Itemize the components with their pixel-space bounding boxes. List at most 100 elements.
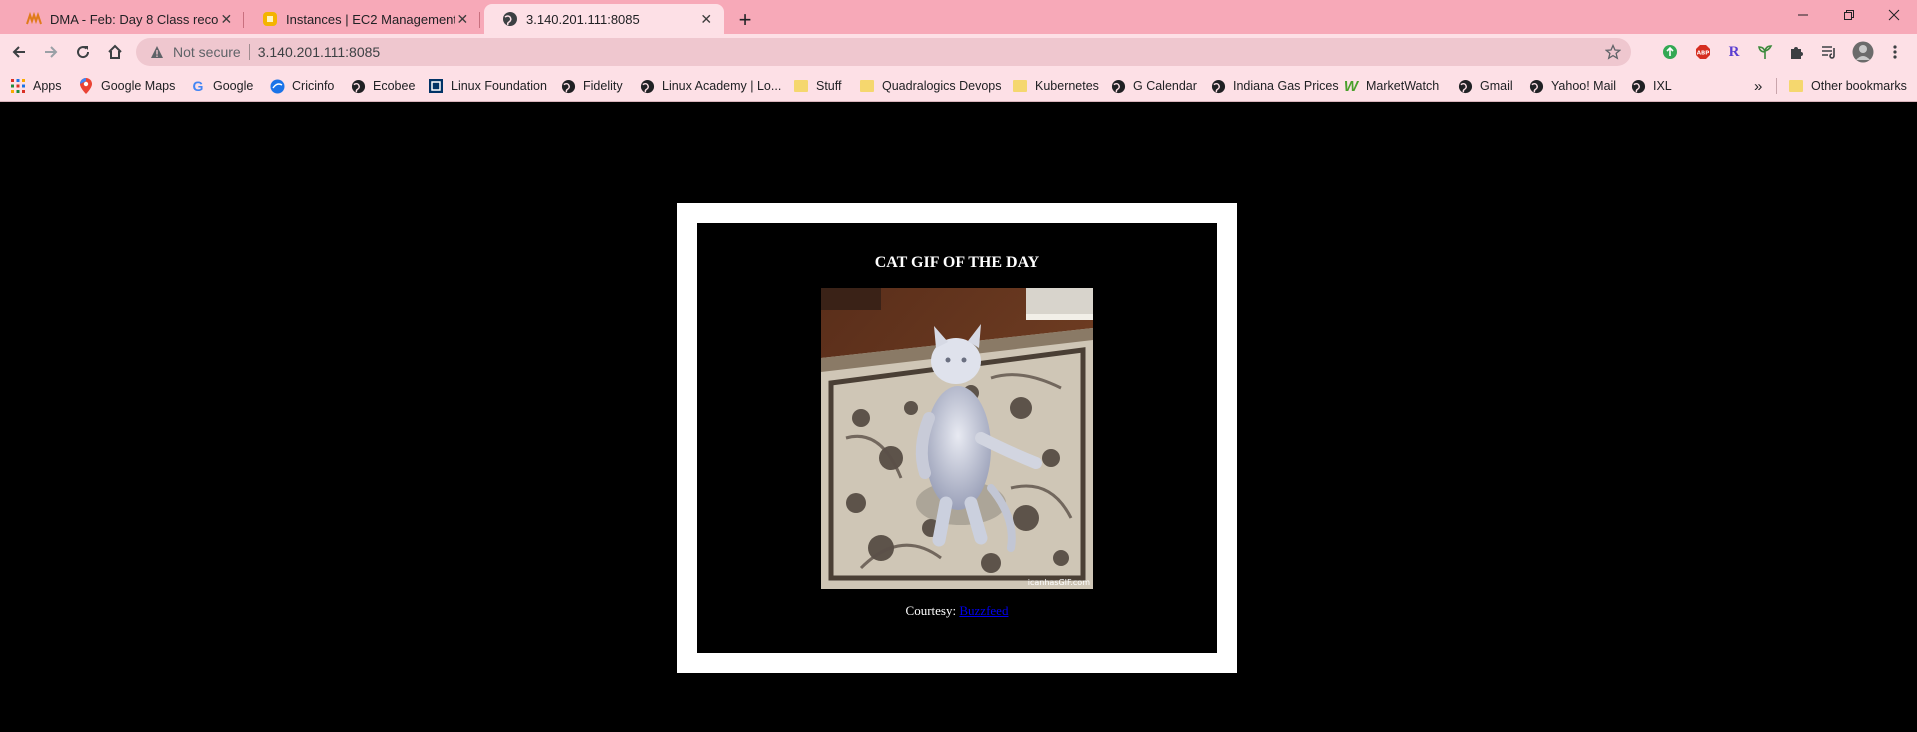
bookmark-yahoo-mail[interactable]: Yahoo! Mail [1528, 76, 1616, 96]
close-icon[interactable]: ✕ [219, 11, 234, 27]
r-extension-icon[interactable]: R [1725, 43, 1743, 61]
bookmark-label: Google Maps [101, 79, 176, 93]
reload-button[interactable] [69, 38, 97, 66]
bookmark-gmail[interactable]: Gmail [1457, 76, 1513, 96]
globe-icon [1630, 78, 1646, 94]
bookmark-linux-academy[interactable]: Linux Academy | Lo... [639, 76, 781, 96]
globe-icon [560, 78, 576, 94]
marketwatch-icon: W [1343, 77, 1359, 95]
cat-gif-image: icanhasGIF.com [821, 288, 1093, 589]
minimize-icon [1798, 14, 1808, 16]
url-text[interactable]: 3.140.201.111:8085 [258, 44, 381, 60]
window-close-button[interactable] [1871, 0, 1917, 30]
tab-ec2[interactable]: Instances | EC2 Management Con ✕ [244, 4, 480, 34]
globe-icon [1110, 78, 1126, 94]
bookmark-folder-kubernetes[interactable]: Kubernetes [1012, 76, 1099, 96]
warning-icon[interactable] [149, 44, 165, 60]
bookmark-marketwatch[interactable]: W MarketWatch [1343, 76, 1439, 96]
bookmark-label: Fidelity [583, 79, 623, 93]
bookmark-indiana-gas-prices[interactable]: Indiana Gas Prices [1210, 76, 1339, 96]
bookmark-other-bookmarks[interactable]: Other bookmarks [1788, 76, 1907, 96]
tab-title: 3.140.201.111:8085 [526, 11, 640, 27]
folder-icon [1788, 78, 1804, 94]
bookmark-label: Apps [33, 79, 62, 93]
bookmark-label: G Calendar [1133, 79, 1197, 93]
globe-icon [1528, 78, 1544, 94]
star-icon[interactable] [1605, 44, 1621, 60]
bookmarks-overflow-button[interactable]: » [1754, 76, 1762, 96]
courtesy-label: Courtesy: [905, 603, 957, 618]
restore-button[interactable] [1826, 0, 1872, 30]
bookmark-label: Linux Academy | Lo... [662, 79, 782, 93]
restore-icon [1844, 10, 1854, 20]
back-arrow-icon [12, 46, 25, 58]
close-icon[interactable]: ✕ [699, 11, 715, 27]
security-status[interactable]: Not secure [173, 44, 241, 60]
bookmark-label: Google [213, 79, 254, 93]
back-button[interactable] [5, 38, 33, 66]
page-title: CAT GIF OF THE DAY [874, 254, 1040, 271]
bookmark-folder-quadralogics[interactable]: Quadralogics Devops [859, 76, 1002, 96]
bookmark-linux-foundation[interactable]: Linux Foundation [428, 76, 547, 96]
tab-title: DMA - Feb: Day 8 Class recording [50, 11, 219, 27]
bookmark-label: Yahoo! Mail [1551, 79, 1617, 93]
adblock-plus-icon[interactable]: ABP [1694, 43, 1712, 61]
buzzfeed-link[interactable]: Buzzfeed [959, 603, 1008, 618]
courtesy-line: Courtesy: Buzzfeed [697, 603, 1217, 619]
image-watermark: icanhasGIF.com [1027, 578, 1090, 587]
home-icon [108, 44, 122, 59]
maps-pin-icon [78, 78, 94, 94]
tab-title: Instances | EC2 Management Con [286, 11, 455, 27]
reload-icon [77, 46, 90, 59]
bookmarks-bar: Apps Google Maps G Google Cricinfo Ecobe… [0, 70, 1917, 102]
bookmark-label: Indiana Gas Prices [1233, 79, 1339, 93]
home-button[interactable] [101, 38, 129, 66]
bookmark-label: Kubernetes [1035, 79, 1099, 93]
avatar[interactable] [1852, 41, 1874, 63]
bookmark-label: IXL [1653, 79, 1672, 93]
media-queue-icon[interactable] [1820, 43, 1838, 61]
divider [1776, 78, 1777, 94]
globe-icon [639, 78, 655, 94]
bookmark-fidelity[interactable]: Fidelity [560, 76, 623, 96]
aws-icon [262, 11, 278, 27]
sprout-extension-icon[interactable] [1756, 43, 1774, 61]
content-panel: CAT GIF OF THE DAY icanhasGIF.com Courte… [697, 223, 1217, 653]
linux-foundation-icon [428, 78, 444, 94]
content-frame: CAT GIF OF THE DAY icanhasGIF.com Courte… [677, 203, 1237, 673]
bookmark-g-calendar[interactable]: G Calendar [1110, 76, 1197, 96]
close-icon [1888, 9, 1900, 21]
bookmark-folder-stuff[interactable]: Stuff [793, 76, 841, 96]
forward-arrow-icon [45, 46, 58, 58]
minimize-button[interactable] [1780, 0, 1826, 30]
green-circle-extension-icon[interactable] [1661, 43, 1679, 61]
address-bar[interactable]: Not secure 3.140.201.111:8085 [136, 38, 1631, 66]
dma-icon [26, 11, 42, 27]
bookmark-cricinfo[interactable]: Cricinfo [269, 76, 334, 96]
bookmark-label: Gmail [1480, 79, 1513, 93]
bookmark-ecobee[interactable]: Ecobee [350, 76, 415, 96]
new-tab-button[interactable]: + [731, 6, 759, 34]
bookmark-label: Quadralogics Devops [882, 79, 1002, 93]
bookmark-label: Cricinfo [292, 79, 335, 93]
browser-toolbar: Not secure 3.140.201.111:8085 ABP R [0, 34, 1917, 70]
bookmark-google[interactable]: G Google [190, 76, 254, 96]
close-icon[interactable]: ✕ [455, 11, 470, 27]
bookmark-label: Other bookmarks [1811, 79, 1907, 93]
bookmark-label: Stuff [816, 79, 842, 93]
cricinfo-icon [269, 78, 285, 94]
forward-button[interactable] [37, 38, 65, 66]
globe-icon [502, 11, 518, 27]
tab-active-site[interactable]: 3.140.201.111:8085 ✕ [484, 4, 724, 34]
globe-icon [1210, 78, 1226, 94]
folder-icon [793, 78, 809, 94]
bookmark-apps[interactable]: Apps [10, 76, 62, 96]
cat-gif-illustration [821, 288, 1093, 589]
tab-dma[interactable]: DMA - Feb: Day 8 Class recording ✕ [8, 4, 244, 34]
menu-icon[interactable] [1886, 43, 1904, 61]
bookmark-ixl[interactable]: IXL [1630, 76, 1672, 96]
bookmark-google-maps[interactable]: Google Maps [78, 76, 175, 96]
divider [248, 44, 250, 60]
bookmark-label: Linux Foundation [451, 79, 547, 93]
puzzle-icon[interactable] [1788, 43, 1806, 61]
